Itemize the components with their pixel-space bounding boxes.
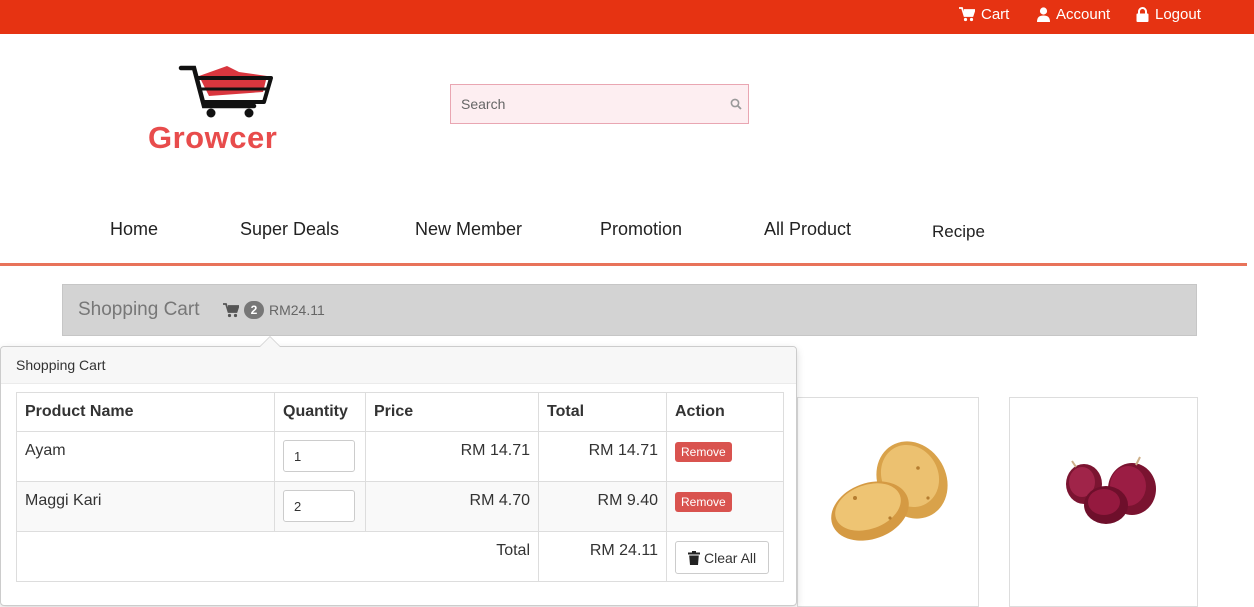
- table-row: Maggi Kari RM 4.70 RM 9.40 Remove: [16, 481, 784, 532]
- cart-link[interactable]: Cart: [959, 0, 1009, 28]
- cart-summary-toggle[interactable]: 2 RM24.11: [223, 301, 325, 319]
- logout-link[interactable]: Logout: [1136, 0, 1201, 28]
- nav-divider: [0, 263, 1247, 266]
- remove-button[interactable]: Remove: [675, 492, 732, 512]
- account-link-label: Account: [1056, 5, 1111, 23]
- price-cell: RM 4.70: [365, 481, 539, 532]
- grand-total: RM 24.11: [538, 531, 667, 582]
- table-row: Ayam RM 14.71 RM 14.71 Remove: [16, 431, 784, 482]
- column-header: Quantity: [274, 392, 366, 432]
- nav-all-product[interactable]: All Product: [764, 219, 851, 240]
- line-total-cell: RM 14.71: [538, 431, 667, 482]
- nav-new-member[interactable]: New Member: [415, 219, 522, 240]
- cart-table: Product Name Quantity Price Total Action…: [16, 392, 784, 582]
- logout-link-label: Logout: [1155, 5, 1201, 23]
- quantity-input[interactable]: [283, 490, 355, 522]
- search-icon[interactable]: [730, 98, 742, 110]
- popover-title: Shopping Cart: [1, 347, 796, 384]
- cart-bar-title: Shopping Cart: [78, 299, 200, 320]
- product-card-onion[interactable]: [1009, 397, 1198, 607]
- nav-promotion[interactable]: Promotion: [600, 219, 682, 240]
- column-header: Product Name: [16, 392, 275, 432]
- shopping-cart-popover: Shopping Cart Product Name Quantity Pric…: [0, 336, 797, 606]
- quantity-input[interactable]: [283, 440, 355, 472]
- brand-name: Growcer: [148, 120, 278, 155]
- account-link[interactable]: Account: [1037, 0, 1110, 28]
- shopping-cart-bar: Shopping Cart 2 RM24.11: [62, 284, 1197, 336]
- lock-icon: [1136, 6, 1149, 22]
- search-input[interactable]: [451, 85, 741, 123]
- top-bar: Cart Account Logout: [0, 0, 1254, 34]
- table-header-row: Product Name Quantity Price Total Action: [16, 392, 784, 432]
- clear-all-label: Clear All: [704, 549, 757, 566]
- clear-all-button[interactable]: Clear All: [675, 541, 770, 574]
- popover-arrow: [259, 336, 281, 347]
- column-header: Action: [666, 392, 784, 432]
- nav-super-deals[interactable]: Super Deals: [240, 219, 339, 240]
- red-onion-image: [1066, 456, 1156, 524]
- total-label: Total: [16, 531, 539, 582]
- cart-icon: [959, 6, 975, 21]
- cart-link-label: Cart: [981, 5, 1010, 23]
- nav-home[interactable]: Home: [110, 219, 158, 240]
- trash-icon: [688, 550, 700, 565]
- cart-total-amount: RM24.11: [269, 302, 325, 318]
- nav-recipe[interactable]: Recipe: [932, 222, 985, 242]
- remove-button[interactable]: Remove: [675, 442, 732, 462]
- user-icon: [1037, 6, 1050, 22]
- product-name: Maggi Kari: [16, 481, 275, 532]
- cart-count-badge: 2: [244, 301, 264, 319]
- price-cell: RM 14.71: [365, 431, 539, 482]
- line-total-cell: RM 9.40: [538, 481, 667, 532]
- total-row: Total RM 24.11 Clear All: [16, 531, 784, 582]
- product-card-potato[interactable]: [797, 397, 979, 607]
- cart-icon: [223, 302, 239, 317]
- column-header: Price: [365, 392, 539, 432]
- product-name: Ayam: [16, 431, 275, 482]
- potato-image: [831, 441, 948, 541]
- column-header: Total: [538, 392, 667, 432]
- search-box: [450, 84, 749, 124]
- shopping-cart-logo-icon: [178, 65, 273, 118]
